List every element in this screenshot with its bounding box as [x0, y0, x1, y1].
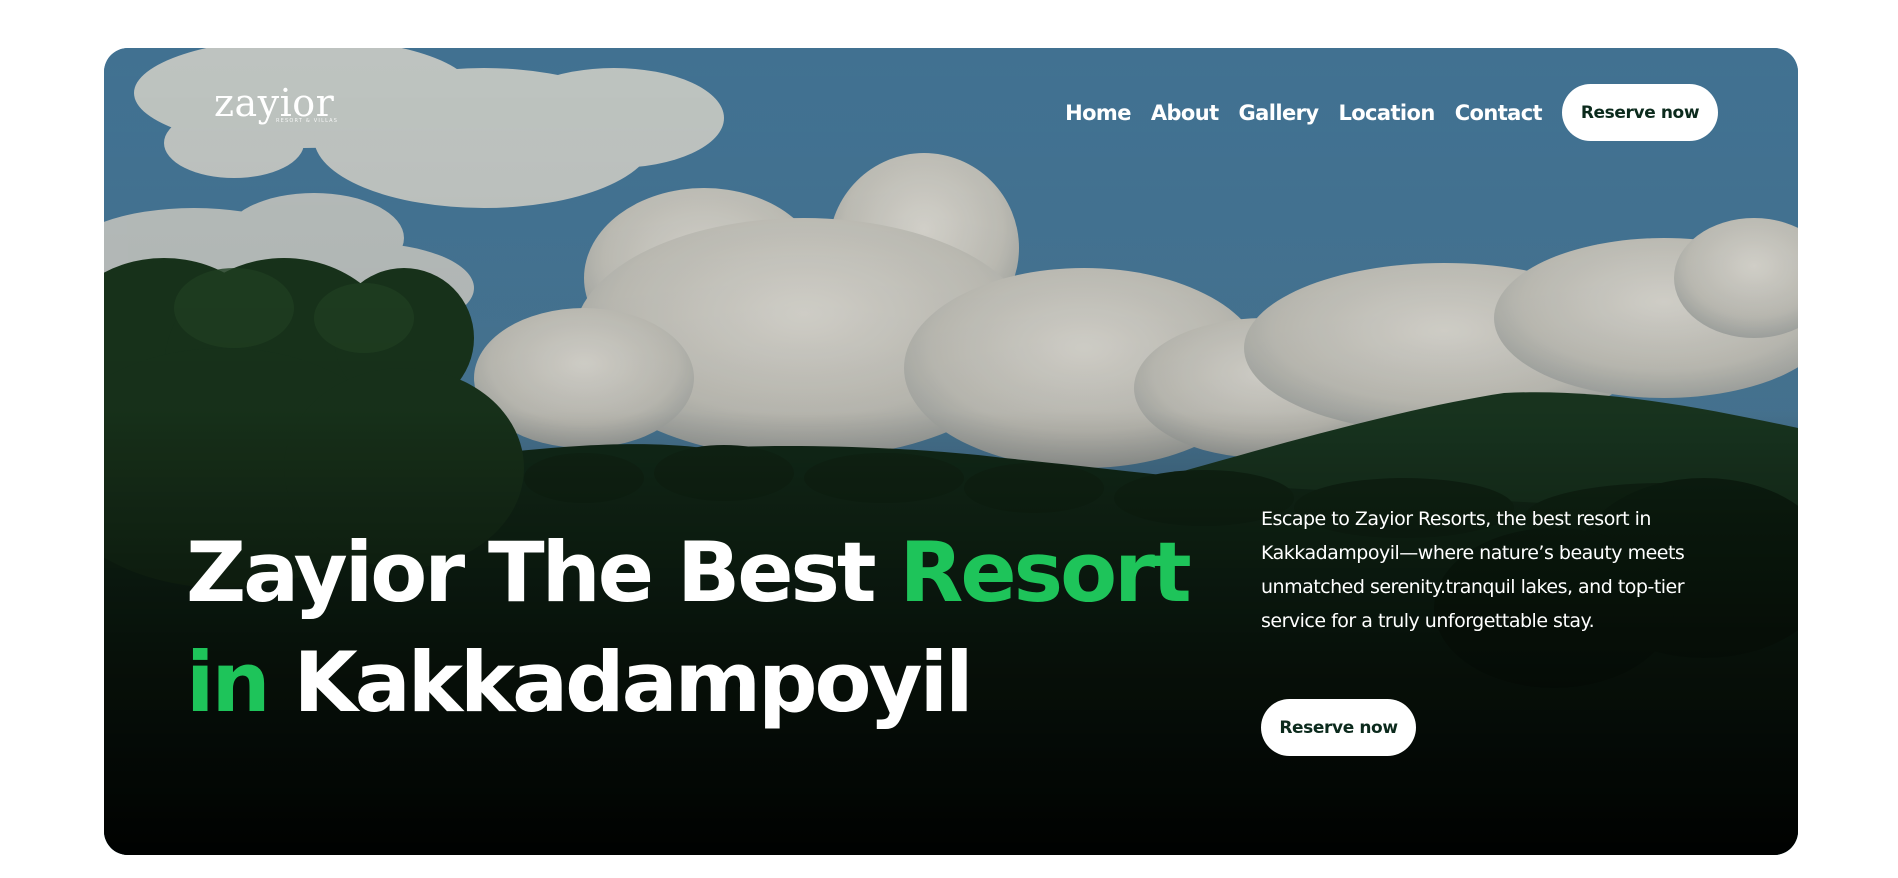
nav-link-location[interactable]: Location: [1338, 101, 1435, 125]
nav-reserve-button[interactable]: Reserve now: [1562, 84, 1718, 141]
brand-tagline: RESORT & VILLAS: [276, 118, 339, 124]
nav-link-home[interactable]: Home: [1065, 101, 1131, 125]
nav-link-about[interactable]: About: [1151, 101, 1219, 125]
headline-accent-in: in: [186, 634, 271, 731]
hero-description: Escape to Zayior Resorts, the best resor…: [1261, 508, 1685, 632]
brand-logo[interactable]: zayior RESORT & VILLAS: [214, 84, 338, 124]
headline-accent-resort: Resort: [899, 524, 1191, 621]
hero-section: zayior RESORT & VILLAS Home About Galler…: [104, 48, 1798, 855]
hero-headline: Zayior The Best Resort in Kakkadampoyil: [186, 518, 1192, 738]
hero-reserve-button[interactable]: Reserve now: [1261, 699, 1416, 756]
headline-text-2: Kakkadampoyil: [267, 634, 973, 731]
main-nav: Home About Gallery Location Contact Rese…: [1065, 84, 1718, 141]
nav-link-gallery[interactable]: Gallery: [1239, 101, 1320, 125]
nav-link-contact[interactable]: Contact: [1455, 101, 1543, 125]
headline-text-1: Zayior The Best: [186, 524, 900, 621]
